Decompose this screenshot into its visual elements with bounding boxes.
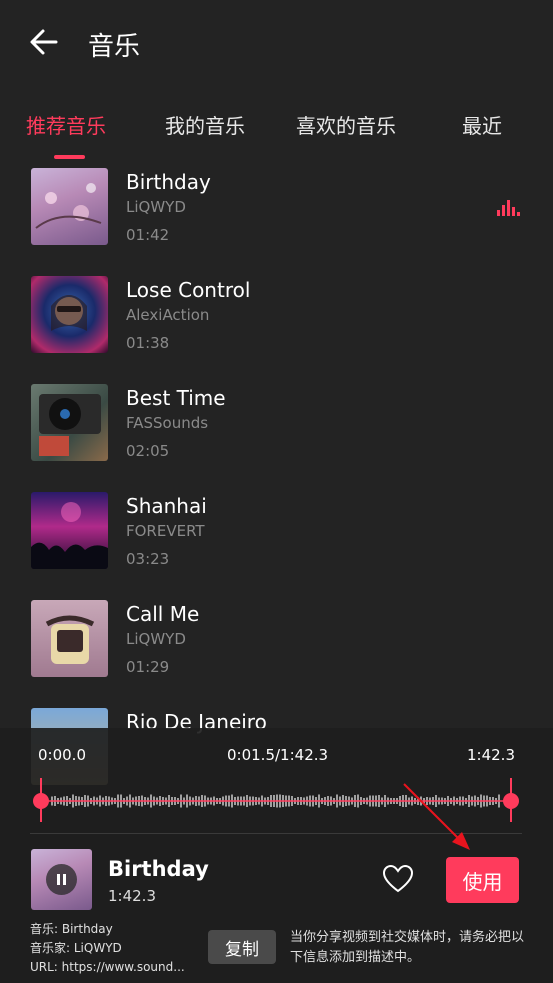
song-row[interactable]: Best Time FASSounds 02:05: [0, 376, 553, 476]
back-arrow-icon[interactable]: [28, 26, 60, 58]
song-duration: 01:38: [126, 334, 170, 352]
pause-icon: [57, 874, 60, 885]
share-notice: 当你分享视频到社交媒体时，请务必把以下信息添加到描述中。: [290, 930, 525, 965]
tab-bar: 推荐音乐 我的音乐 喜欢的音乐 最近: [0, 100, 553, 160]
song-title: Birthday: [126, 170, 211, 194]
song-cover: [31, 492, 108, 569]
time-current: 0:01.5/1:42.3: [227, 746, 329, 764]
trim-handle-left-knob: [33, 793, 49, 809]
tab-recent[interactable]: 最近: [462, 110, 502, 139]
song-cover: [31, 600, 108, 677]
top-bar: 音乐: [0, 0, 553, 88]
song-row[interactable]: Call Me LiQWYD 01:29: [0, 592, 553, 692]
pause-button[interactable]: [46, 864, 77, 895]
waveform-trimmer[interactable]: [30, 778, 522, 822]
song-title: Shanhai: [126, 494, 207, 518]
credit-music: 音乐: Birthday: [30, 922, 113, 936]
credits-block: 音乐: Birthday 音乐家: LiQWYD URL: https://ww…: [30, 920, 185, 977]
tab-liked-music[interactable]: 喜欢的音乐: [296, 110, 396, 139]
now-playing-title: Birthday: [108, 857, 209, 881]
song-row[interactable]: Lose Control AlexiAction 01:38: [0, 268, 553, 368]
song-row[interactable]: Birthday LiQWYD 01:42: [0, 160, 553, 260]
credit-artist: 音乐家: LiQWYD: [30, 941, 122, 955]
song-duration: 02:05: [126, 442, 170, 460]
song-artist: LiQWYD: [126, 630, 186, 648]
song-duration: 03:23: [126, 550, 170, 568]
song-artist: AlexiAction: [126, 306, 210, 324]
time-end: 1:42.3: [467, 746, 515, 764]
trim-handle-right-knob: [503, 793, 519, 809]
song-title: Call Me: [126, 602, 200, 626]
tab-my-music[interactable]: 我的音乐: [165, 110, 245, 139]
divider: [30, 833, 522, 834]
song-duration: 01:29: [126, 658, 170, 676]
heart-icon[interactable]: [382, 864, 414, 894]
song-artist: FASSounds: [126, 414, 209, 432]
tab-indicator: [54, 155, 85, 159]
now-playing-duration: 1:42.3: [108, 887, 156, 905]
page-title: 音乐: [88, 32, 141, 62]
song-cover: [31, 168, 108, 245]
tab-recommended[interactable]: 推荐音乐: [26, 110, 106, 139]
song-title: Lose Control: [126, 278, 251, 302]
time-start: 0:00.0: [38, 746, 86, 764]
copy-button[interactable]: 复制: [208, 930, 276, 964]
song-cover: [31, 384, 108, 461]
song-title: Best Time: [126, 386, 226, 410]
song-artist: FOREVERT: [126, 522, 205, 540]
song-artist: LiQWYD: [126, 198, 186, 216]
player-panel: 0:00.0 0:01.5/1:42.3 1:42.3 Birthday 1:4…: [0, 728, 553, 983]
credit-url: URL: https://www.sound...: [30, 960, 185, 974]
song-duration: 01:42: [126, 226, 170, 244]
song-cover: [31, 276, 108, 353]
song-row[interactable]: Shanhai FOREVERT 03:23: [0, 484, 553, 584]
use-button[interactable]: 使用: [446, 857, 519, 903]
playing-bars-icon: [497, 198, 520, 216]
